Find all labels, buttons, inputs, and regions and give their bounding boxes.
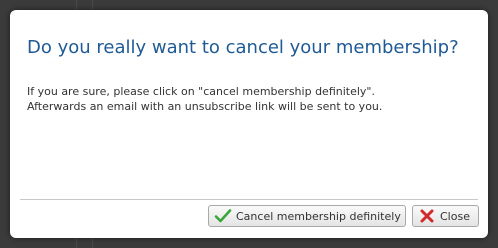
dialog-body-line: If you are sure, please click on "cancel… — [27, 85, 375, 98]
close-label: Close — [440, 209, 470, 223]
dialog-title: Do you really want to cancel your member… — [27, 37, 459, 58]
close-button[interactable]: Close — [412, 205, 479, 227]
checkmark-icon — [214, 208, 232, 224]
dialog-body: If you are sure, please click on "cancel… — [27, 84, 382, 114]
x-mark-icon — [418, 208, 436, 224]
dialog-body-line: Afterwards an email with an unsubscribe … — [27, 100, 383, 113]
cancel-membership-dialog: Do you really want to cancel your member… — [10, 10, 488, 238]
dialog-divider — [20, 199, 478, 200]
cancel-membership-button[interactable]: Cancel membership definitely — [208, 205, 406, 227]
cancel-membership-label: Cancel membership definitely — [236, 209, 401, 223]
